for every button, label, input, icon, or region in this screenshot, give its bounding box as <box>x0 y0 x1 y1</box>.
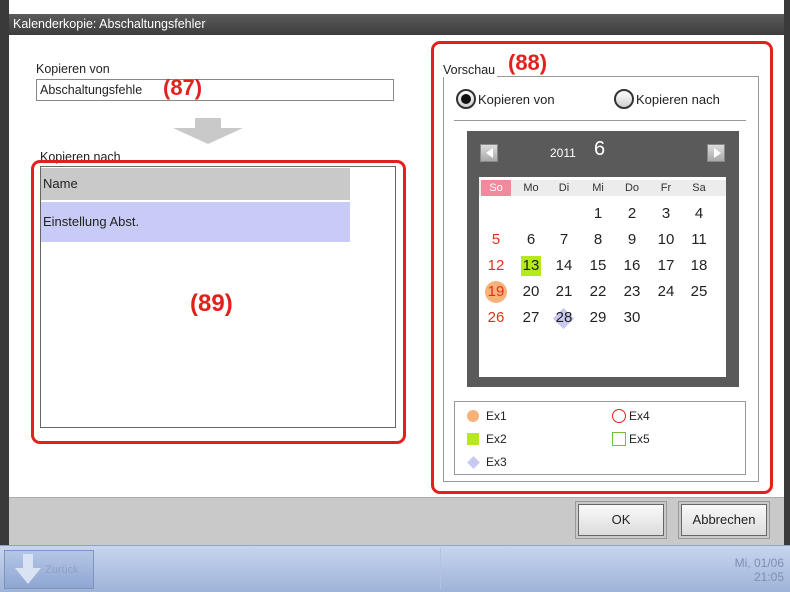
weekday-do: Do <box>624 182 640 194</box>
calendar-day[interactable]: 28 <box>549 307 579 329</box>
legend-ex3: Ex3 <box>486 455 507 469</box>
calendar: 2011 6 So Mo Di Mi Do Fr Sa 1 2 3 4 5 6 7 8 9 10 11 12 13 14… <box>467 131 739 387</box>
ex3-icon <box>467 456 480 469</box>
legend-ex5: Ex5 <box>629 432 650 446</box>
window-title: Kalenderkopie: Abschaltungsfehler <box>9 14 784 35</box>
prev-month-button[interactable] <box>480 144 498 162</box>
calendar-day[interactable]: 2 <box>617 203 647 225</box>
taskbar-divider <box>440 548 441 589</box>
source-label: Kopieren von <box>36 62 110 76</box>
calendar-day[interactable]: 4 <box>684 203 714 225</box>
calendar-day[interactable]: 18 <box>684 255 714 277</box>
arrow-down-icon <box>15 554 41 584</box>
screen: Kalenderkopie: Abschaltungsfehler Kopier… <box>0 0 790 592</box>
calendar-day[interactable]: 12 <box>481 255 511 277</box>
weekday-mi: Mi <box>592 182 604 194</box>
source-value: Abschaltungsfehle <box>40 83 143 97</box>
callout-87: (87) <box>163 75 203 100</box>
clock-date: Mi, 01/06 <box>734 556 784 570</box>
weekday-sa: Sa <box>692 182 706 194</box>
legend-ex4: Ex4 <box>629 409 650 423</box>
ex1-icon <box>467 410 479 422</box>
calendar-day[interactable]: 20 <box>516 281 546 303</box>
cancel-button[interactable]: Abbrechen <box>678 501 770 539</box>
radio-copy-to-label[interactable]: Kopieren nach <box>636 92 720 107</box>
arrow-right-icon <box>714 148 721 158</box>
clock: Mi, 01/06 21:05 <box>735 556 784 584</box>
calendar-day[interactable]: 29 <box>583 307 613 329</box>
calendar-day[interactable]: 30 <box>617 307 647 329</box>
calendar-day[interactable]: 19 <box>481 281 511 303</box>
weekday-di: Di <box>558 182 570 194</box>
button-bar <box>9 497 784 545</box>
callout-89: (89) <box>190 290 233 317</box>
calendar-day[interactable]: 23 <box>617 281 647 303</box>
down-arrow-icon <box>173 118 243 144</box>
calendar-day[interactable]: 7 <box>549 229 579 251</box>
weekday-mo: Mo <box>523 182 539 194</box>
calendar-day[interactable]: 25 <box>684 281 714 303</box>
calendar-day[interactable]: 1 <box>583 203 613 225</box>
calendar-month: 6 <box>594 138 606 160</box>
radio-copy-from[interactable] <box>456 89 476 109</box>
clock-time: 21:05 <box>753 570 784 584</box>
calendar-day[interactable]: 3 <box>651 203 681 225</box>
calendar-day[interactable]: 6 <box>516 229 546 251</box>
weekday-fr: Fr <box>660 182 672 194</box>
ex5-icon <box>612 432 626 446</box>
legend-ex2: Ex2 <box>486 432 507 446</box>
divider <box>454 120 746 121</box>
calendar-day[interactable]: 11 <box>684 229 714 251</box>
calendar-day[interactable]: 13 <box>516 255 546 277</box>
calendar-day[interactable]: 16 <box>617 255 647 277</box>
legend: Ex1 Ex2 Ex3 Ex4 Ex5 <box>454 401 746 475</box>
calendar-day[interactable]: 15 <box>583 255 613 277</box>
preview-label: Vorschau <box>441 63 498 77</box>
calendar-day[interactable]: 17 <box>651 255 681 277</box>
calendar-day[interactable]: 21 <box>549 281 579 303</box>
taskbar <box>0 545 790 592</box>
arrow-left-icon <box>486 148 493 158</box>
radio-copy-to[interactable] <box>614 89 634 109</box>
calendar-day[interactable]: 26 <box>481 307 511 329</box>
calendar-day[interactable]: 27 <box>516 307 546 329</box>
calendar-day[interactable]: 14 <box>549 255 579 277</box>
calendar-grid: So Mo Di Mi Do Fr Sa 1 2 3 4 5 6 7 8 9 10 11 12 13 14 15 16 17 1… <box>479 177 726 377</box>
source-field[interactable]: Abschaltungsfehle <box>36 79 394 101</box>
callout-88: (88) <box>508 50 548 75</box>
right-bezel <box>784 0 790 545</box>
calendar-day[interactable]: 22 <box>583 281 613 303</box>
calendar-day[interactable]: 5 <box>481 229 511 251</box>
ex2-icon <box>467 433 479 445</box>
calendar-year: 2011 <box>550 146 576 160</box>
top-strip <box>9 0 784 14</box>
calendar-day[interactable]: 8 <box>583 229 613 251</box>
legend-ex1: Ex1 <box>486 409 507 423</box>
ok-button[interactable]: OK <box>575 501 667 539</box>
back-button-label: Zurück <box>45 564 79 576</box>
calendar-day[interactable]: 24 <box>651 281 681 303</box>
back-button[interactable]: Zurück <box>4 550 94 589</box>
calendar-day[interactable]: 10 <box>651 229 681 251</box>
ex4-icon <box>612 409 626 423</box>
left-bezel <box>0 0 9 545</box>
next-month-button[interactable] <box>707 144 725 162</box>
radio-copy-from-label[interactable]: Kopieren von <box>478 92 555 107</box>
weekday-so: So <box>481 180 511 196</box>
calendar-day[interactable]: 9 <box>617 229 647 251</box>
